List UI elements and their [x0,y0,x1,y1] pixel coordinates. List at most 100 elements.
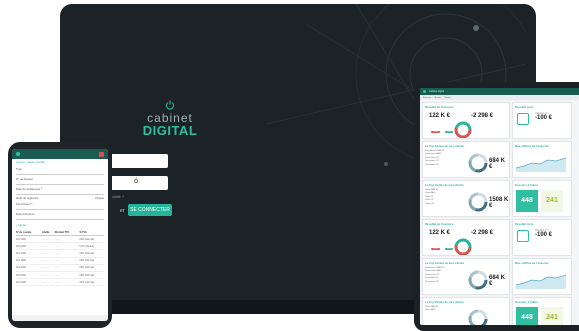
table-cell: 5,5% (Réduit) [79,242,105,251]
echeance-input[interactable] [16,217,104,220]
table-row[interactable]: 401 1000................... 5,5% (Réduit) [16,242,105,251]
form-row-date[interactable]: Date de la dépense * [12,186,108,196]
table-cell: ........ [54,257,80,265]
kpi-subtitle: Variation N-1 [535,112,549,115]
counter-tile[interactable]: 241 [541,307,563,325]
donut-chart [454,121,472,138]
tab-ventes[interactable]: Ventes [444,97,451,99]
logo-line-digital: DIGITAL [142,123,198,138]
variation-badge: -20% [431,131,441,133]
kpi-value-secondary: -2 298 € [471,230,494,236]
table-cell: 20% (Normal) [79,257,105,265]
cabinet-digital-logo: cabinet DIGITAL [130,100,210,138]
table-row[interactable]: 401 2000................... 20% (Normal) [16,249,105,258]
table-cell: 20% (Normal) [79,235,105,244]
tablet-dashboard: Cabinet digital Factures Achats Ventes R… [420,88,579,325]
table-cell: 401 4000 [16,264,42,272]
dashboard-card[interactable]: Le Top Ventes de mes clients Client MEF31… [422,180,510,217]
kpi-value: -100 € [535,115,553,121]
tablet-topbar: Cabinet digital [420,88,579,95]
table-cell: 20% (Normal) [79,278,105,287]
field-label: Type [16,167,23,171]
table-cell: 401 3000 [16,257,42,265]
table-cell: ........... [41,264,55,272]
table-row[interactable]: 401 5000................... 20% (Normal) [16,271,105,280]
variation-badge: -20% [431,248,441,250]
table-cell: 401 2000 [16,249,42,258]
card-title: Le Top Achats de mes clients [425,261,465,265]
type-input[interactable] [16,172,104,175]
kpi-value: 122 K € [429,230,451,236]
table-cell: 20% (Normal) [79,264,105,272]
card-title: Mes chiffres de l'exercice [515,144,549,148]
dashboard-card[interactable]: Le Top Achats de mes clients Fournisseur … [422,141,510,178]
create-account-link[interactable]: er [120,208,124,214]
top-list: Client MEF31 Client ABC [425,306,507,313]
form-row-fournisseur[interactable]: Fournisseur * [12,201,108,211]
email-field[interactable] [110,154,168,168]
dashboard-card[interactable]: Résultat de l'exercice 122 K € -2 298 € -20… [422,219,510,256]
eye-icon[interactable]: ó [134,178,138,185]
home-icon[interactable] [423,90,426,93]
field-label: Date de la dépense * [16,187,43,191]
card-title: Le Top Achats de mes clients [425,144,465,148]
breadcrumb[interactable]: Accueil > Saisie nouvelle [12,159,108,166]
area-chart [516,274,566,289]
menu-icon[interactable] [16,152,20,156]
trend-icon [517,113,529,125]
counter-tile[interactable]: 241 [541,190,563,212]
table-row[interactable]: 401 3000................... 20% (Normal) [16,257,105,265]
table-cell: 20% (Normal) [79,271,105,280]
table-cell: 401 1000 [16,242,42,251]
kpi-value: -100 € [535,232,553,238]
field-label: Mode de règlement [16,197,39,200]
add-line-link[interactable]: + Ajouter [12,221,108,230]
table-row[interactable]: 401 0000................... 20% (Normal) [16,235,105,244]
area-chart [516,157,566,172]
field-label: Date échéance [16,212,35,216]
donut-chart [468,153,488,173]
forgot-password-link[interactable]: oublié ? [110,194,124,199]
dashboard-card[interactable]: Mes chiffres de l'exercice [512,258,572,295]
card-title: Résultat mois [515,105,534,109]
card-title: Résultat de l'exercice [425,222,454,226]
tab-factures[interactable]: Factures [423,97,432,99]
tab-achats[interactable]: Achats [435,97,442,99]
dashboard-card[interactable]: Mes chiffres de l'exercice [512,141,572,178]
form-row-type[interactable]: Type [12,166,108,176]
donut-chart [468,309,488,325]
donut-chart [468,192,488,212]
table-row[interactable]: 401 6000................... 20% (Normal) [16,278,105,287]
card-title: Dossiers à traiter [515,300,538,304]
dashboard-card[interactable]: Résultat mois -100 € Variation N-1 [512,219,572,256]
counter-tile[interactable]: 448 [516,307,538,325]
date-input[interactable] [16,192,104,195]
reglement-select[interactable]: Chèque [95,197,104,200]
table-cell: 401 6000 [16,278,42,287]
dossier-input[interactable] [16,182,104,185]
notification-icon[interactable] [99,151,104,157]
table-cell: ........ [54,271,80,280]
phone-topbar [12,149,108,159]
dashboard-card[interactable]: Résultat mois -100 € Variation N-1 [512,102,572,139]
form-row-dossier[interactable]: N° de dossier [12,176,108,186]
table-row[interactable]: 401 4000................... 20% (Normal) [16,264,105,272]
dashboard-card[interactable]: Dossiers à traiter 448 241 [512,297,572,325]
donut-chart [454,238,472,255]
dashboard-card[interactable]: Résultat de l'exercice 122 K € -2 298 € -20… [422,102,510,139]
dashboard-card[interactable]: Le Top Ventes de mes clients Client MEF31… [422,297,510,325]
table-cell: ........... [41,271,55,280]
fournisseur-input[interactable] [16,207,104,210]
form-row-echeance[interactable]: Date échéance [12,211,108,221]
dashboard-grid: Résultat de l'exercice 122 K € -2 298 € -20… [420,100,579,325]
kpi-value-secondary: -2 298 € [471,113,494,119]
counter-tile[interactable]: 448 [516,190,538,212]
tablet-device: Cabinet digital Factures Achats Ventes R… [414,82,579,331]
table-cell: ........... [41,235,55,244]
lines-table: N° de compte Libellé Montant TTC % TVA 4… [16,230,105,287]
table-cell: ........ [54,235,80,244]
password-field[interactable]: ó [110,176,168,190]
dashboard-card[interactable]: Dossiers à traiter 448 241 [512,180,572,217]
dashboard-card[interactable]: Le Top Achats de mes clients Fournisseur … [422,258,510,295]
connect-button[interactable]: SE CONNECTER [128,204,172,216]
